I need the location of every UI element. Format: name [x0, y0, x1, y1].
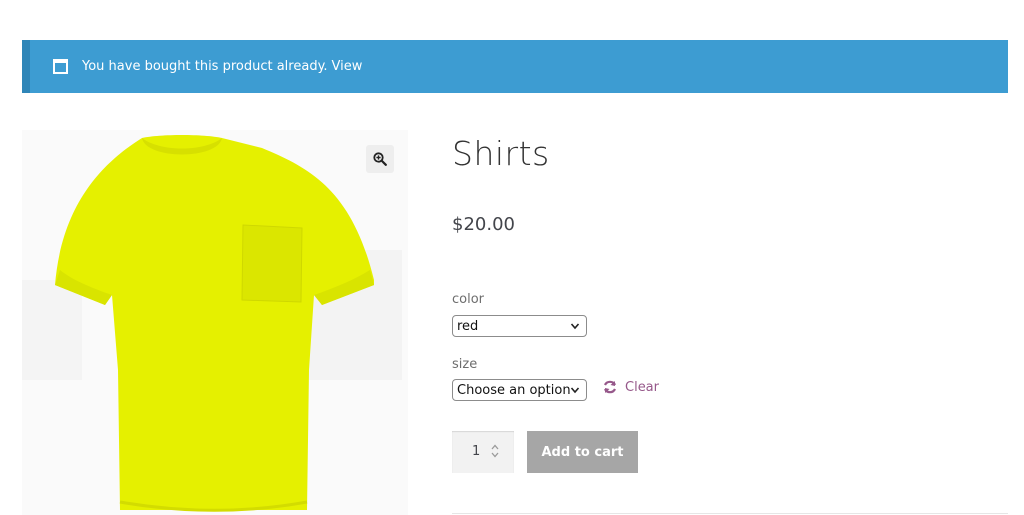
quantity-value: 1 [472, 444, 481, 459]
notice-message: You have bought this product already. [82, 59, 328, 74]
add-to-cart-button[interactable]: Add to cart [527, 431, 638, 473]
size-select[interactable]: Choose an option [452, 379, 587, 401]
notice-view-link[interactable]: View [332, 59, 363, 74]
chevron-down-icon [570, 323, 580, 330]
spinner-arrows-icon[interactable] [490, 443, 500, 459]
purchase-notice: You have bought this product already. Vi… [22, 40, 1008, 93]
color-label: color [452, 292, 485, 307]
tshirt-image [22, 135, 402, 512]
color-select[interactable]: red [452, 315, 587, 337]
browser-window-icon [53, 59, 68, 74]
product-price: $20.00 [452, 214, 515, 235]
gallery-zoom-button[interactable] [366, 145, 394, 173]
quantity-stepper[interactable]: 1 [452, 431, 514, 473]
section-divider [452, 513, 1008, 514]
magnifier-plus-icon [373, 152, 387, 166]
clear-label: Clear [625, 379, 659, 395]
product-gallery [22, 130, 408, 515]
chevron-down-icon [570, 387, 580, 394]
refresh-icon [604, 380, 616, 394]
size-select-value: Choose an option [457, 382, 571, 398]
color-select-value: red [457, 318, 479, 334]
product-title: Shirts [452, 134, 550, 173]
size-label: size [452, 357, 478, 372]
clear-variations-link[interactable]: Clear [602, 379, 659, 395]
